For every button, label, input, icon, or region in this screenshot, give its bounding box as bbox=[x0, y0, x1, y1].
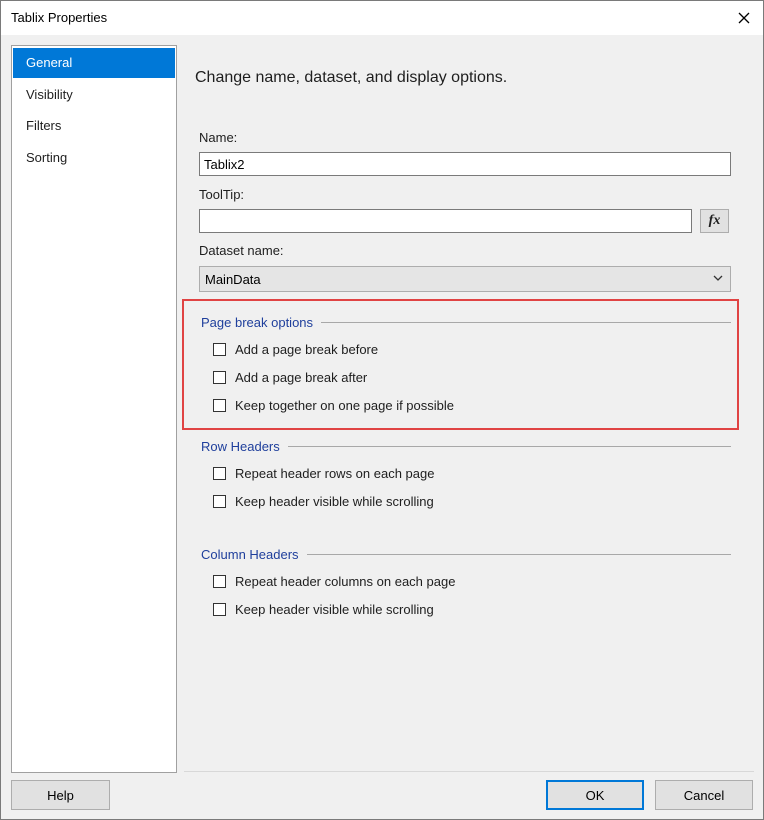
repeat-header-columns-label: Repeat header columns on each page bbox=[235, 573, 456, 589]
sidebar-item-general[interactable]: General bbox=[13, 48, 175, 78]
tooltip-input[interactable] bbox=[199, 209, 692, 233]
title-bar: Tablix Properties bbox=[1, 1, 763, 35]
repeat-header-columns-checkbox[interactable] bbox=[213, 574, 226, 588]
fx-icon: fx bbox=[708, 213, 721, 228]
ok-button[interactable]: OK bbox=[546, 780, 644, 810]
name-label: Name: bbox=[199, 130, 238, 145]
column-header-visible-checkbox[interactable] bbox=[213, 602, 226, 616]
sidebar-item-filters[interactable]: Filters bbox=[13, 111, 175, 141]
row-header-visible-checkbox[interactable] bbox=[213, 494, 226, 508]
footer-divider bbox=[184, 771, 754, 772]
sidebar-nav: General Visibility Filters Sorting bbox=[11, 45, 177, 773]
tooltip-label: ToolTip: bbox=[199, 187, 245, 202]
repeat-header-rows-option[interactable]: Repeat header rows on each page bbox=[213, 464, 434, 482]
row-header-visible-label: Keep header visible while scrolling bbox=[235, 493, 434, 509]
repeat-header-columns-option[interactable]: Repeat header columns on each page bbox=[213, 572, 455, 590]
row-header-visible-option[interactable]: Keep header visible while scrolling bbox=[213, 492, 434, 510]
column-header-visible-option[interactable]: Keep header visible while scrolling bbox=[213, 600, 434, 618]
highlight-box bbox=[182, 299, 739, 430]
close-button[interactable] bbox=[725, 1, 763, 35]
row-headers-group-title: Row Headers bbox=[201, 439, 288, 454]
chevron-down-icon bbox=[713, 275, 723, 281]
sidebar-item-sorting[interactable]: Sorting bbox=[13, 143, 175, 173]
expression-button[interactable]: fx bbox=[700, 209, 729, 233]
column-header-visible-label: Keep header visible while scrolling bbox=[235, 601, 434, 617]
close-icon bbox=[738, 12, 750, 24]
repeat-header-rows-checkbox[interactable] bbox=[213, 466, 226, 480]
dialog-window: Tablix Properties General Visibility Fil… bbox=[0, 0, 764, 820]
dataset-label: Dataset name: bbox=[199, 243, 284, 258]
window-title: Tablix Properties bbox=[11, 10, 108, 25]
dataset-select[interactable]: MainData bbox=[199, 266, 731, 292]
dataset-value: MainData bbox=[205, 272, 261, 287]
repeat-header-rows-label: Repeat header rows on each page bbox=[235, 465, 435, 481]
column-headers-group-title: Column Headers bbox=[201, 547, 307, 562]
page-heading: Change name, dataset, and display option… bbox=[195, 69, 508, 86]
name-input[interactable] bbox=[199, 152, 731, 176]
sidebar-item-visibility[interactable]: Visibility bbox=[13, 80, 175, 110]
cancel-button[interactable]: Cancel bbox=[655, 780, 753, 810]
help-button[interactable]: Help bbox=[11, 780, 110, 810]
